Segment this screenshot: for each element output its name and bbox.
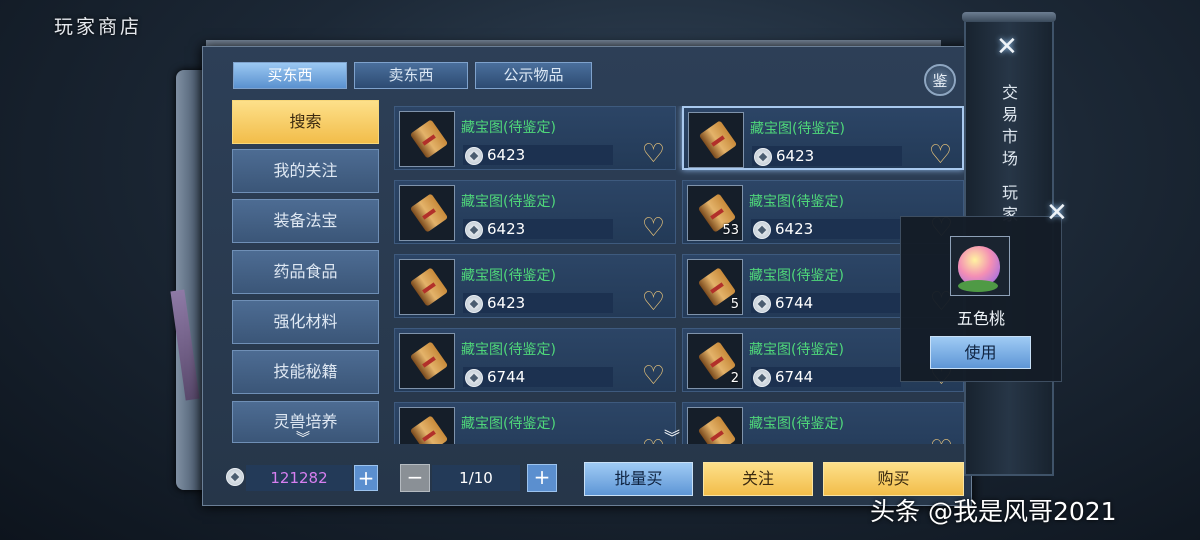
category-medicine-food[interactable]: 药品食品 (232, 250, 379, 294)
category-enhance-materials[interactable]: 强化材料 (232, 300, 379, 344)
watermark: 头条 @我是风哥2021 (870, 497, 1117, 526)
heart-icon[interactable]: ♡ (642, 437, 665, 444)
listing-card[interactable]: 藏宝图(待鉴定) ♡ (394, 402, 676, 444)
heart-icon[interactable]: ♡ (642, 215, 665, 241)
coin-icon (753, 221, 771, 239)
listing-card[interactable]: 藏宝图(待鉴定) 6423 ♡ (394, 254, 676, 318)
bulk-buy-button[interactable]: 批量买 (584, 462, 693, 496)
scroll-rod (962, 12, 1056, 22)
follow-button[interactable]: 关注 (703, 462, 813, 496)
listing-name: 藏宝图(待鉴定) (461, 194, 556, 210)
listing-name: 藏宝图(待鉴定) (749, 194, 844, 210)
treasure-map-icon (399, 407, 455, 444)
listing-card[interactable]: 藏宝图(待鉴定) 6423 ♡ (394, 106, 676, 170)
listing-name: 藏宝图(待鉴定) (749, 268, 844, 284)
coin-icon (465, 147, 483, 165)
listing-price: 6744 (487, 368, 526, 386)
coin-icon (465, 221, 483, 239)
treasure-map-icon (399, 185, 455, 241)
treasure-map-icon: 53 (687, 185, 743, 241)
listing-card[interactable]: 藏宝图(待鉴定) 6423 ♡ (394, 180, 676, 244)
treasure-map-icon: 5 (687, 259, 743, 315)
listing-name: 藏宝图(待鉴定) (749, 416, 844, 432)
listing-name: 藏宝图(待鉴定) (750, 121, 845, 137)
category-search[interactable]: 搜索 (232, 100, 379, 144)
treasure-map-icon (687, 407, 743, 444)
chevron-down-icon[interactable]: ︾ (664, 424, 680, 448)
listing-price: 6423 (775, 220, 814, 238)
listing-name: 藏宝图(待鉴定) (461, 268, 556, 284)
buy-button[interactable]: 购买 (823, 462, 964, 496)
category-equipment[interactable]: 装备法宝 (232, 199, 379, 243)
listing-price: 6423 (776, 147, 815, 165)
page-prev-button[interactable]: − (400, 464, 430, 492)
treasure-map-icon (399, 111, 455, 167)
tab-sell[interactable]: 卖东西 (354, 62, 468, 89)
heart-icon[interactable]: ♡ (929, 142, 952, 168)
treasure-map-icon: 2 (687, 333, 743, 389)
coin-icon (465, 295, 483, 313)
heart-icon[interactable]: ♡ (642, 141, 665, 167)
appraise-button[interactable]: 鉴 (924, 64, 956, 96)
use-button[interactable]: 使用 (930, 336, 1031, 369)
topup-button[interactable]: + (354, 465, 378, 491)
listing-name: 藏宝图(待鉴定) (749, 342, 844, 358)
treasure-map-icon (399, 333, 455, 389)
heart-icon[interactable]: ♡ (642, 363, 665, 389)
page-indicator: 1/10 (432, 465, 520, 491)
listing-name: 藏宝图(待鉴定) (461, 416, 556, 432)
coin-icon (753, 295, 771, 313)
heart-icon[interactable]: ♡ (930, 437, 953, 444)
close-icon[interactable]: ✕ (1046, 198, 1068, 228)
category-my-follows[interactable]: 我的关注 (232, 149, 379, 193)
coin-icon (465, 369, 483, 387)
listing-card[interactable]: 藏宝图(待鉴定) ♡ (682, 402, 964, 444)
listing-card[interactable]: 藏宝图(待鉴定) 6423 ♡ (682, 106, 964, 170)
listing-price: 6423 (487, 294, 526, 312)
listing-grid: 藏宝图(待鉴定) 6423 ♡ 藏宝图(待鉴定) 6423 ♡ 藏宝图(待鉴定)… (394, 106, 974, 444)
chevron-down-icon[interactable]: ︾ (296, 428, 310, 448)
listing-price: 6423 (487, 220, 526, 238)
tab-public-items[interactable]: 公示物品 (475, 62, 592, 89)
coin-icon (753, 369, 771, 387)
leaf-icon (958, 280, 998, 292)
tab-buy[interactable]: 买东西 (233, 62, 347, 89)
listing-card[interactable]: 藏宝图(待鉴定) 6744 ♡ (394, 328, 676, 392)
treasure-map-icon (688, 112, 744, 168)
coin-icon (226, 468, 244, 486)
listing-price: 6744 (775, 368, 814, 386)
coin-icon (754, 148, 772, 166)
heart-icon[interactable]: ♡ (642, 289, 665, 315)
page-next-button[interactable]: + (527, 464, 557, 492)
listing-name: 藏宝图(待鉴定) (461, 120, 556, 136)
page-title: 玩家商店 (54, 16, 143, 38)
listing-price: 6744 (775, 294, 814, 312)
close-icon[interactable]: ✕ (996, 32, 1018, 62)
market-label: 交易市场 (1002, 83, 1019, 168)
category-skill-books[interactable]: 技能秘籍 (232, 350, 379, 394)
item-name: 五色桃 (956, 309, 1005, 328)
treasure-map-icon (399, 259, 455, 315)
listing-price: 6423 (487, 146, 526, 164)
listing-name: 藏宝图(待鉴定) (461, 342, 556, 358)
balance-display: 121282 (246, 465, 352, 491)
